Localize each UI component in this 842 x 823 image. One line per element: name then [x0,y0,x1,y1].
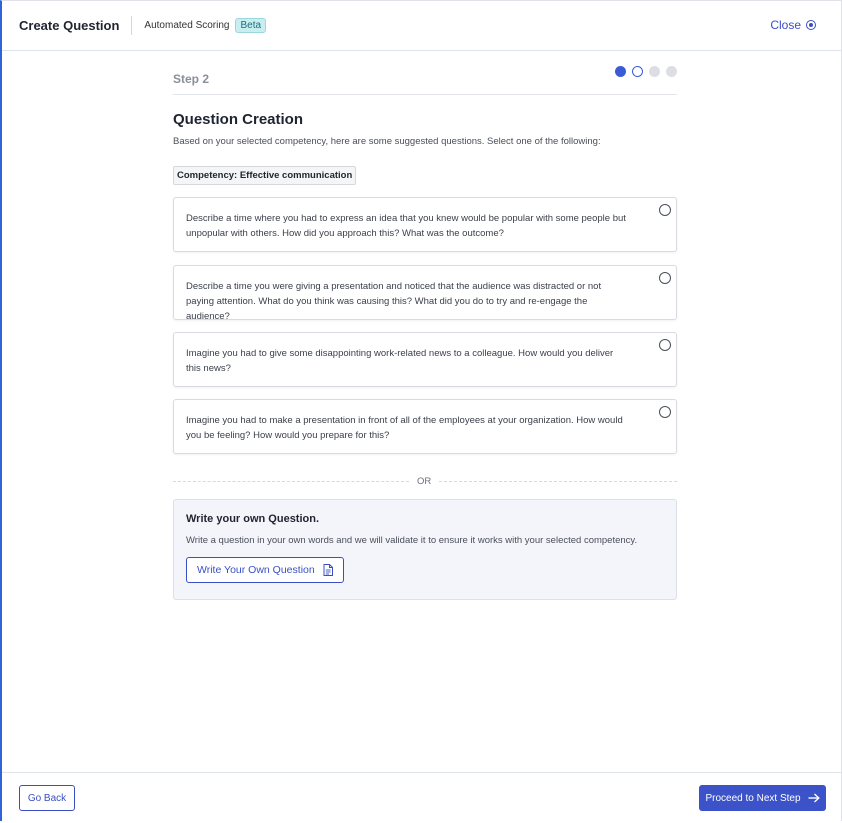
close-label: Close [770,18,801,32]
close-button[interactable]: Close [770,18,816,32]
beta-badge: Beta [235,18,267,33]
question-radio-3[interactable] [659,339,671,351]
header-divider [131,16,133,35]
question-option-1[interactable]: Describe a time where you had to express… [173,197,677,252]
modal-header: Create Question Automated Scoring Beta C… [2,1,841,51]
question-text: Describe a time you were giving a presen… [186,281,602,322]
step-header: Step 2 [173,51,677,95]
step-label: Step 2 [173,71,210,86]
proceed-label: Proceed to Next Step [705,792,801,804]
write-own-question-label: Write Your Own Question [197,564,315,576]
or-line-right [439,481,677,482]
proceed-next-step-button[interactable]: Proceed to Next Step [699,785,826,811]
step-dot-1 [615,66,626,77]
own-question-title: Write your own Question. [186,513,320,525]
question-option-2[interactable]: Describe a time you were giving a presen… [173,265,677,322]
step-progress [615,66,677,77]
own-question-description: Write a question in your own words and w… [186,535,638,546]
arrow-right-icon [808,793,820,803]
question-text: Imagine you had to give some disappointi… [186,348,614,374]
step-dot-2 [632,66,643,77]
section-title: Question Creation [173,111,304,128]
or-label: OR [417,476,432,487]
modal-footer: Go Back Proceed to Next Step [2,772,841,823]
competency-chip: Competency: Effective communication [173,166,357,185]
modal-window: Create Question Automated Scoring Beta C… [0,0,842,821]
question-option-4[interactable]: Imagine you had to make a presentation i… [173,399,677,454]
write-own-question-panel: Write your own Question. Write a questio… [173,499,677,600]
main-content: Step 2 Question Creation Based on your s… [173,51,677,600]
step-dot-4 [666,66,677,77]
section-description: Based on your selected competency, here … [173,136,601,147]
document-icon [323,564,333,576]
question-option-3[interactable]: Imagine you had to give some disappointi… [173,332,677,387]
go-back-button[interactable]: Go Back [19,785,75,811]
close-icon [806,20,816,30]
step-dot-3 [649,66,660,77]
question-radio-2[interactable] [659,272,671,284]
page-title: Create Question [19,18,120,33]
question-radio-4[interactable] [659,406,671,418]
header-subtitle: Automated Scoring [144,20,230,31]
question-text: Imagine you had to make a presentation i… [186,415,623,441]
or-divider: OR [173,476,677,487]
write-own-question-button[interactable]: Write Your Own Question [186,557,344,583]
question-radio-1[interactable] [659,204,671,216]
or-line-left [173,481,409,482]
question-text: Describe a time where you had to express… [186,213,626,239]
